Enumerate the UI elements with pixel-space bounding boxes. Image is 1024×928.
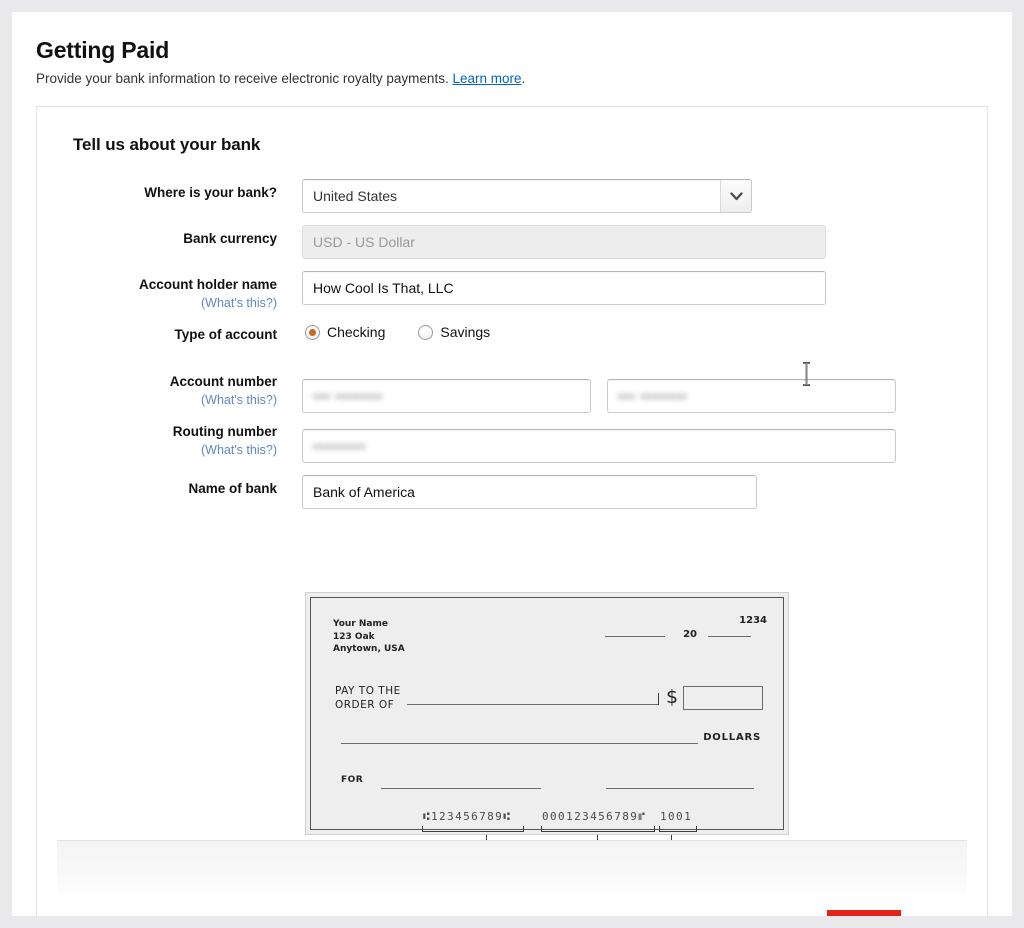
check-for-label: FOR xyxy=(341,775,363,785)
check-amount-words-line xyxy=(341,743,698,744)
check-micr-routing-brace xyxy=(422,826,524,832)
page-subtitle-text: Provide your bank information to receive… xyxy=(36,71,452,86)
radio-checking[interactable]: Checking xyxy=(305,324,385,340)
label-account-holder: Account holder name xyxy=(17,277,277,293)
bank-currency-field: USD - US Dollar xyxy=(302,225,826,259)
card-title: Tell us about your bank xyxy=(73,135,260,155)
bank-name-input[interactable]: Bank of America xyxy=(302,475,757,509)
radio-savings-label: Savings xyxy=(440,324,490,340)
label-account-type: Type of account xyxy=(17,327,277,343)
account-number-confirm-input[interactable]: ••• •••••••• xyxy=(607,379,896,413)
radio-checking-icon[interactable] xyxy=(305,325,320,340)
check-payee-line xyxy=(407,704,658,705)
account-holder-help-link[interactable]: (What's this?) xyxy=(17,295,277,311)
check-pay-to-line2: ORDER OF xyxy=(335,698,401,712)
account-number-help-link[interactable]: (What's this?) xyxy=(17,392,277,408)
radio-savings[interactable]: Savings xyxy=(418,324,490,340)
check-payer-city: Anytown, USA xyxy=(333,643,405,656)
add-button-highlight: Add xyxy=(827,910,901,916)
check-date-line-short xyxy=(708,636,751,637)
check-micr-check-brace xyxy=(659,826,697,832)
account-type-radio-group: Checking Savings xyxy=(305,324,490,340)
label-currency: Bank currency xyxy=(17,231,277,247)
radio-checking-label: Checking xyxy=(327,324,385,340)
check-micr-routing: ⑆123456789⑆ xyxy=(423,810,511,823)
page-header: Getting Paid Provide your bank informati… xyxy=(36,36,976,87)
check-for-line xyxy=(381,788,541,789)
check-payee-line-tick xyxy=(658,693,659,705)
country-select-value: United States xyxy=(313,180,397,212)
page-title: Getting Paid xyxy=(36,36,976,64)
check-micr-account-brace xyxy=(541,826,655,832)
check-pay-to-label: PAY TO THE ORDER OF xyxy=(335,684,401,712)
account-number-input[interactable]: ••• •••••••• xyxy=(302,379,591,413)
check-dollars-word: DOLLARS xyxy=(703,732,761,743)
page-subtitle: Provide your bank information to receive… xyxy=(36,70,976,87)
check-payer-street: 123 Oak xyxy=(333,631,405,644)
label-routing-number: Routing number xyxy=(17,424,277,440)
check-pay-to-line1: PAY TO THE xyxy=(335,684,401,698)
learn-more-link[interactable]: Learn more xyxy=(452,71,521,86)
check-payer-name: Your Name xyxy=(333,618,405,631)
radio-savings-icon[interactable] xyxy=(418,325,433,340)
check-signature-line xyxy=(606,788,754,789)
country-select[interactable]: United States xyxy=(302,179,752,213)
check-micr-check-number: 1001 xyxy=(660,810,692,823)
check-date-line-long xyxy=(605,636,665,637)
check-payer-address: Your Name 123 Oak Anytown, USA xyxy=(333,618,405,656)
check-micr-account: 000123456789⑈ xyxy=(542,810,646,823)
account-holder-name-input[interactable]: How Cool Is That, LLC xyxy=(302,271,826,305)
check-dollar-sign: $ xyxy=(666,686,678,708)
bank-info-card: Tell us about your bank Where is your ba… xyxy=(36,106,988,916)
label-bank-name: Name of bank xyxy=(17,481,277,497)
routing-number-input[interactable]: ••••••••• xyxy=(302,429,896,463)
label-country: Where is your bank? xyxy=(17,185,277,201)
check-amount-box xyxy=(683,686,763,710)
label-account-number: Account number xyxy=(17,374,277,390)
check-date-year-prefix: 20 xyxy=(683,629,697,640)
check-number-printed: 1234 xyxy=(739,615,767,626)
routing-number-help-link[interactable]: (What's this?) xyxy=(17,442,277,458)
page-subtitle-period: . xyxy=(522,71,526,86)
card-footer xyxy=(57,840,967,902)
page-container: Getting Paid Provide your bank informati… xyxy=(12,12,1012,916)
check-image: Your Name 123 Oak Anytown, USA 1234 20 P… xyxy=(305,592,789,835)
chevron-down-icon[interactable] xyxy=(720,180,751,212)
text-cursor-icon xyxy=(801,362,812,386)
